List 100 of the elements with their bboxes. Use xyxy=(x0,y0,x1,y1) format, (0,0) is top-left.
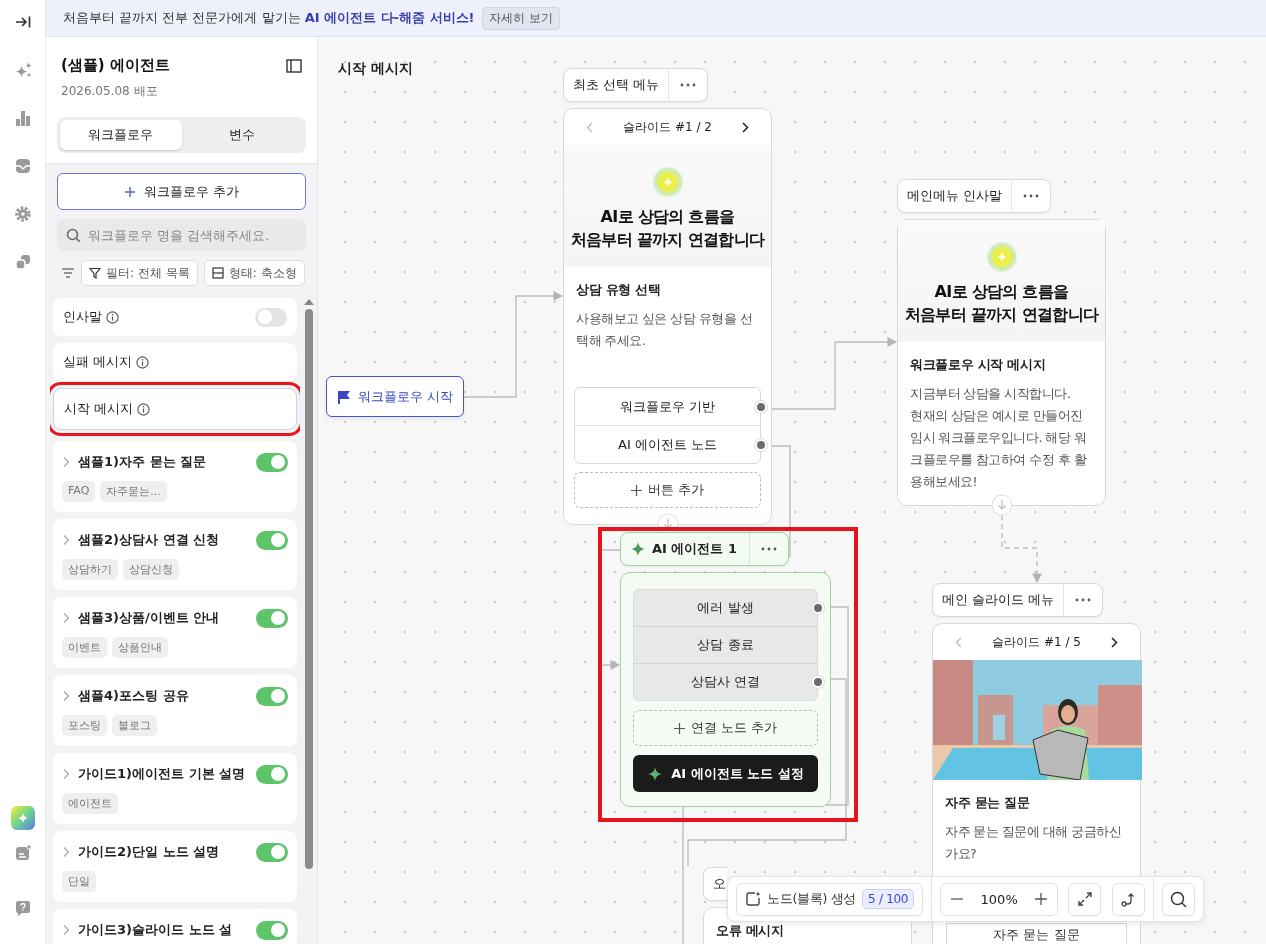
connector-port[interactable] xyxy=(755,400,767,413)
tag: FAQ xyxy=(62,481,96,502)
connector-port[interactable] xyxy=(812,602,824,614)
toggle-switch[interactable] xyxy=(255,307,287,327)
toggle-switch[interactable] xyxy=(256,608,288,628)
info-icon xyxy=(137,402,151,416)
prev-icon[interactable] xyxy=(955,636,962,648)
toggle-switch[interactable] xyxy=(256,842,288,862)
node-header[interactable]: 메인메뉴 인사말 xyxy=(897,179,1052,213)
layers-icon[interactable] xyxy=(13,253,32,271)
expand-icon xyxy=(1076,891,1093,907)
choice-button[interactable]: AI 에이전트 노드 xyxy=(575,426,760,463)
chevron-icon[interactable] xyxy=(62,846,70,858)
outcome-row[interactable]: 상담 종료 xyxy=(634,627,817,663)
help-chat-icon[interactable] xyxy=(13,900,32,918)
tab[interactable]: 워크플로우 xyxy=(60,120,182,150)
workflow-title: 샘플2)상담사 연결 신청 xyxy=(78,531,221,549)
toggle-switch[interactable] xyxy=(256,452,288,472)
fit-view-button[interactable] xyxy=(1068,882,1102,916)
search-icon xyxy=(66,227,81,243)
connector-port[interactable] xyxy=(755,438,767,451)
plus-icon xyxy=(630,484,642,496)
scroll-up-icon[interactable] xyxy=(304,299,314,305)
choice-button[interactable]: 워크플로우 기반 xyxy=(575,388,760,425)
tab[interactable]: 변수 xyxy=(181,120,303,150)
banner-text: 처음부터 끝까지 전부 전문가에게 맡기는 AI 에이전트 다-해줌 서비스! xyxy=(63,9,475,27)
next-icon[interactable] xyxy=(742,121,749,133)
workflow-card[interactable]: 샘플2)상담사 연결 신청 상담하기 상담신청 xyxy=(53,519,297,590)
zoom-in-button[interactable] xyxy=(1035,893,1048,905)
agent-settings-button[interactable]: AI 에이전트 노드 설정 xyxy=(633,755,818,792)
search-button[interactable] xyxy=(1162,882,1196,916)
add-node-button[interactable]: 연결 노드 추가 xyxy=(633,710,818,746)
chevron-icon[interactable] xyxy=(62,534,70,546)
more-icon[interactable] xyxy=(680,83,697,87)
sidebar-toggle-icon[interactable] xyxy=(286,58,302,73)
workflow-card[interactable]: 샘플1)자주 묻는 질문 FAQ 자주묻는... xyxy=(53,441,297,512)
workflow-card[interactable]: 가이드1)에이전트 기본 설명 에이전트 xyxy=(53,753,297,824)
more-icon[interactable] xyxy=(761,547,777,551)
glow-sparkle-icon xyxy=(650,165,685,199)
search-field[interactable]: 워크플로우 명을 검색해주세요. xyxy=(57,219,306,251)
node-header[interactable]: 최초 선택 메뉴 xyxy=(563,68,709,102)
message-heading: 워크플로우 시작 메시지 xyxy=(910,356,1047,374)
message-text: 사용해보고 싶은 상담 유형을 선택해 주세요. xyxy=(576,310,754,350)
next-icon[interactable] xyxy=(1111,636,1118,648)
layout-icon xyxy=(211,267,224,279)
workflow-title: 샘플4)포스팅 공유 xyxy=(78,687,190,705)
workflow-card[interactable]: 가이드2)단일 노드 설명 단일 xyxy=(53,831,297,902)
toggle-switch[interactable] xyxy=(256,686,288,706)
toggle-switch[interactable] xyxy=(256,530,288,550)
node-header[interactable]: 오 xyxy=(703,867,727,901)
workflow-card[interactable]: 가이드3)슬라이드 노드 설 xyxy=(53,909,297,944)
sparkle-app-icon[interactable] xyxy=(10,806,35,830)
chevron-icon[interactable] xyxy=(62,612,70,624)
workflow-card[interactable]: 샘플4)포스팅 공유 포스팅 블로그 xyxy=(53,675,297,746)
workflow-card[interactable]: 샘플3)상품/이벤트 안내 이벤트 상품안내 xyxy=(53,597,297,668)
start-node[interactable]: 워크플로우 시작 xyxy=(326,376,464,417)
sort-icon[interactable] xyxy=(61,268,75,278)
tag: 상담신청 xyxy=(123,559,179,580)
tag: 이벤트 xyxy=(62,637,107,658)
message-text: 지금부터 상담을 시작합니다. 현재의 상담은 예시로 만들어진 임시 워크플로우입니다. 해당 워크플로우를 참고하여 수정 후 활용해보세요! xyxy=(910,385,1088,491)
chevron-icon[interactable] xyxy=(62,924,70,936)
outcome-row[interactable]: 에러 발생 xyxy=(634,590,817,626)
bar-chart-icon[interactable] xyxy=(13,109,32,127)
chevron-icon[interactable] xyxy=(62,690,70,702)
toggle-switch[interactable] xyxy=(256,920,288,940)
workflow-title: 샘플1)자주 묻는 질문 xyxy=(78,453,208,471)
node-header[interactable]: 메인 슬라이드 메뉴 xyxy=(932,583,1104,617)
settings-icon[interactable] xyxy=(13,205,32,223)
search-input[interactable]: 워크플로우 명을 검색해주세요. xyxy=(88,220,297,250)
info-icon xyxy=(106,310,119,324)
note-icon[interactable] xyxy=(13,844,32,862)
message-text: 자주 묻는 질문에 대해 궁금하신가요? xyxy=(945,823,1123,863)
details-button[interactable]: 자세히 보기 xyxy=(482,6,561,30)
connector-port[interactable] xyxy=(812,676,824,688)
route-button[interactable] xyxy=(1112,882,1146,916)
create-node-button[interactable]: 노드(블록) 생성 5 / 100 xyxy=(736,882,924,916)
chevron-icon[interactable] xyxy=(62,768,70,780)
sparkles-icon[interactable] xyxy=(13,61,32,79)
outcome-row[interactable]: 상담사 연결 xyxy=(634,664,817,700)
chevron-icon[interactable] xyxy=(62,456,70,468)
filter-chip[interactable]: 형태: 축소형 xyxy=(203,260,305,286)
box-icon[interactable] xyxy=(13,157,32,175)
glow-sparkle-icon xyxy=(984,240,1019,274)
node-name: 오 xyxy=(713,875,726,893)
tag: 포스팅 xyxy=(62,715,107,736)
flag-icon xyxy=(336,389,351,404)
node-header[interactable]: AI 에이전트 1 xyxy=(620,532,789,566)
add-node-icon xyxy=(745,891,761,907)
prev-icon[interactable] xyxy=(586,121,593,133)
toggle-switch[interactable] xyxy=(256,764,288,784)
plus-icon xyxy=(1035,893,1048,905)
list-item[interactable]: 인사말 xyxy=(53,298,297,336)
more-icon[interactable] xyxy=(1075,598,1092,602)
choice-button[interactable]: 자주 묻는 질문 xyxy=(946,923,1127,944)
more-icon[interactable] xyxy=(1023,194,1040,198)
filter-chip[interactable]: 필터: 전체 목록 xyxy=(81,260,198,286)
add-button[interactable]: 버튼 추가 xyxy=(574,472,761,508)
tag: 상품안내 xyxy=(112,637,168,658)
list-item[interactable]: 실패 메시지 xyxy=(53,343,297,381)
add-workflow-button[interactable]: 워크플로우 추가 xyxy=(57,173,306,210)
